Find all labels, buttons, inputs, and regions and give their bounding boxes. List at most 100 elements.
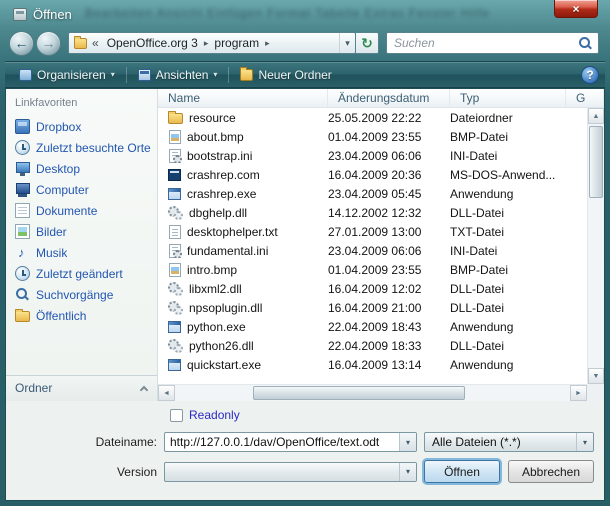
location-folder-icon (74, 38, 87, 49)
file-date: 01.04.2009 23:55 (328, 130, 450, 144)
breadcrumb-dropdown-icon[interactable]: ▾ (339, 33, 355, 53)
filename-combobox: ▾ (164, 432, 417, 452)
file-row[interactable]: intro.bmp 01.04.2009 23:55 BMP-Datei (158, 260, 587, 279)
search-box (386, 32, 599, 54)
bmp-file-icon (169, 263, 181, 277)
filename-dropdown-icon[interactable]: ▾ (399, 433, 416, 451)
toolbar-divider (228, 67, 229, 83)
dll-file-icon (168, 301, 183, 315)
file-row[interactable]: quickstart.exe 16.04.2009 13:14 Anwendun… (158, 355, 587, 374)
sidebar-item-desktop[interactable]: Desktop (6, 158, 157, 179)
sidebar-item-pictures[interactable]: Bilder (6, 221, 157, 242)
search-icon[interactable] (578, 36, 593, 51)
sidebar-item-searches[interactable]: Suchvorgänge (6, 284, 157, 305)
sidebar-item-public[interactable]: Öffentlich (6, 305, 157, 326)
column-header-date[interactable]: Änderungsdatum (328, 89, 450, 107)
file-name: fundamental.ini (187, 244, 268, 258)
file-row[interactable]: python26.dll 22.04.2009 18:33 DLL-Datei (158, 336, 587, 355)
file-row[interactable]: fundamental.ini 23.04.2009 06:06 INI-Dat… (158, 241, 587, 260)
file-row[interactable]: npsoplugin.dll 16.04.2009 21:00 DLL-Date… (158, 298, 587, 317)
file-type: DLL-Datei (450, 301, 566, 315)
vertical-scroll-thumb[interactable] (589, 126, 603, 198)
file-row[interactable]: about.bmp 01.04.2009 23:55 BMP-Datei (158, 127, 587, 146)
navigation-pane: Linkfavoriten Dropbox Zuletzt besuchte O… (6, 89, 158, 401)
refresh-button[interactable]: ↻ (355, 32, 379, 54)
close-icon: × (572, 3, 579, 15)
scroll-left-icon[interactable]: ◄ (158, 385, 175, 401)
readonly-checkbox[interactable] (170, 409, 183, 422)
help-button[interactable]: ? (581, 66, 599, 84)
horizontal-scroll-track[interactable] (175, 385, 570, 401)
sidebar-item-documents[interactable]: Dokumente (6, 200, 157, 221)
readonly-label[interactable]: Readonly (189, 408, 240, 422)
back-button[interactable]: ← (9, 31, 34, 56)
horizontal-scroll-thumb[interactable] (253, 386, 465, 400)
column-headers: Name Änderungsdatum Typ G (158, 89, 604, 108)
file-date: 16.04.2009 12:02 (328, 282, 450, 296)
version-dropdown-icon[interactable]: ▾ (399, 463, 416, 481)
file-date: 25.05.2009 22:22 (328, 111, 450, 125)
breadcrumb-item-openoffice[interactable]: OpenOffice.org 3 (102, 33, 203, 53)
file-row[interactable]: crashrep.com 16.04.2009 20:36 MS-DOS-Anw… (158, 165, 587, 184)
command-toolbar: Organisieren ▾ Ansichten ▾ Neuer Ordner … (5, 61, 605, 88)
scroll-right-icon[interactable]: ► (570, 385, 587, 401)
folder-icon (168, 113, 183, 124)
new-folder-label: Neuer Ordner (258, 68, 331, 82)
views-button[interactable]: Ansichten ▾ (130, 64, 226, 85)
version-dropdown[interactable]: ▾ (164, 462, 417, 482)
file-row[interactable]: crashrep.exe 23.04.2009 05:45 Anwendung (158, 184, 587, 203)
filetype-dropdown[interactable]: Alle Dateien (*.*) ▾ (424, 432, 594, 452)
breadcrumb-collapse-icon[interactable]: « (92, 36, 99, 50)
file-name: intro.bmp (187, 263, 237, 277)
file-row[interactable]: desktophelper.txt 27.01.2009 13:00 TXT-D… (158, 222, 587, 241)
sidebar-item-recent-places[interactable]: Zuletzt besuchte Orte (6, 137, 157, 158)
file-type: DLL-Datei (450, 206, 566, 220)
scroll-down-icon[interactable]: ▼ (588, 368, 604, 384)
desktop-icon (15, 161, 30, 176)
new-folder-button[interactable]: Neuer Ordner (232, 64, 339, 85)
column-header-name[interactable]: Name (158, 89, 328, 107)
file-list: Name Änderungsdatum Typ G resource 25.05… (158, 89, 604, 401)
sidebar-item-music[interactable]: Musik (6, 242, 157, 263)
folders-expander[interactable]: Ordner (6, 375, 157, 401)
scroll-up-icon[interactable]: ▲ (588, 108, 604, 124)
breadcrumb-separator-icon: ▸ (264, 38, 271, 49)
breadcrumb[interactable]: « OpenOffice.org 3 ▸ program ▸ ▾ (68, 32, 356, 54)
filetype-dropdown-icon[interactable]: ▾ (576, 433, 593, 451)
file-name: quickstart.exe (187, 358, 261, 372)
file-name: npsoplugin.dll (189, 301, 262, 315)
file-type: Anwendung (450, 358, 566, 372)
search-input[interactable] (387, 36, 578, 50)
vertical-scrollbar[interactable]: ▲ ▼ (587, 108, 604, 384)
file-type: BMP-Datei (450, 263, 566, 277)
filetype-value: Alle Dateien (*.*) (425, 435, 576, 449)
organize-button[interactable]: Organisieren ▾ (11, 64, 123, 85)
sidebar-item-recent-changed[interactable]: Zuletzt geändert (6, 263, 157, 284)
sidebar-item-dropbox[interactable]: Dropbox (6, 116, 157, 137)
version-label: Version (6, 465, 164, 479)
forward-button[interactable]: → (36, 31, 61, 56)
file-date: 23.04.2009 06:06 (328, 244, 450, 258)
file-row[interactable]: bootstrap.ini 23.04.2009 06:06 INI-Datei (158, 146, 587, 165)
file-row[interactable]: libxml2.dll 16.04.2009 12:02 DLL-Datei (158, 279, 587, 298)
file-row[interactable]: resource 25.05.2009 22:22 Dateiordner (158, 108, 587, 127)
open-button[interactable]: Öffnen (424, 460, 500, 483)
file-name: resource (189, 111, 236, 125)
file-name: libxml2.dll (189, 282, 242, 296)
close-button[interactable]: × (554, 0, 598, 18)
breadcrumb-item-program[interactable]: program (209, 33, 264, 53)
views-label: Ansichten (156, 68, 209, 82)
bmp-file-icon (169, 130, 181, 144)
sidebar-item-computer[interactable]: Computer (6, 179, 157, 200)
cancel-button[interactable]: Abbrechen (508, 460, 594, 483)
file-row[interactable]: python.exe 22.04.2009 18:43 Anwendung (158, 317, 587, 336)
column-header-type[interactable]: Typ (450, 89, 566, 107)
title-bar[interactable]: Bearbeiten Ansicht Einfügen Format Tabel… (5, 0, 605, 28)
file-row[interactable]: dbghelp.dll 14.12.2002 12:32 DLL-Datei (158, 203, 587, 222)
column-header-size[interactable]: G (566, 89, 604, 107)
file-date: 23.04.2009 06:06 (328, 149, 450, 163)
filename-input[interactable] (165, 435, 399, 449)
horizontal-scrollbar[interactable]: ◄ ► (158, 384, 587, 401)
chevron-down-icon: ▾ (213, 70, 217, 79)
file-type: INI-Datei (450, 244, 566, 258)
